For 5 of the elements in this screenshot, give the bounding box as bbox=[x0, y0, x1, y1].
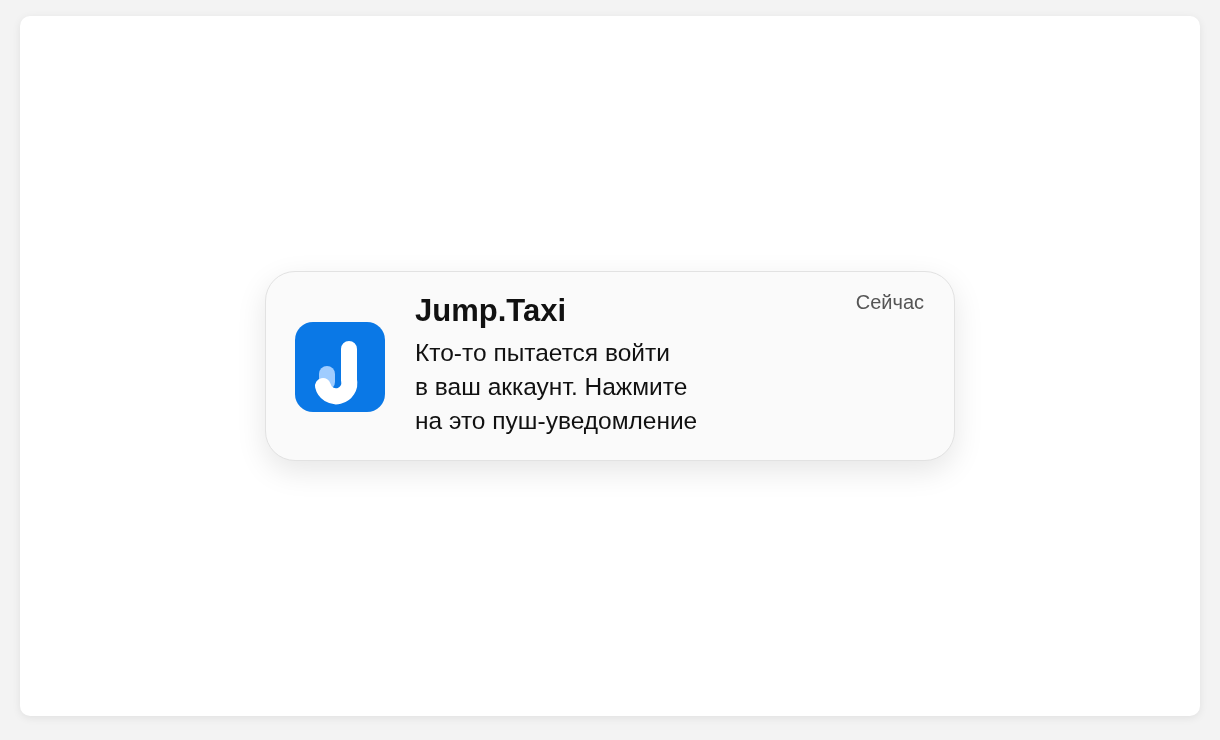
notification-time: Сейчас bbox=[855, 291, 924, 315]
notification-card[interactable]: Jump.Taxi Кто-то пытается войти в ваш аккаунт. Нажмите на это пуш-уведомление Сейчас bbox=[265, 271, 955, 461]
app-icon bbox=[295, 322, 385, 412]
app-name: Jump.Taxi bbox=[415, 292, 568, 330]
notification-message: Кто-то пытается войти в ваш аккаунт. Нажмите на это пуш-уведомление bbox=[415, 338, 699, 436]
